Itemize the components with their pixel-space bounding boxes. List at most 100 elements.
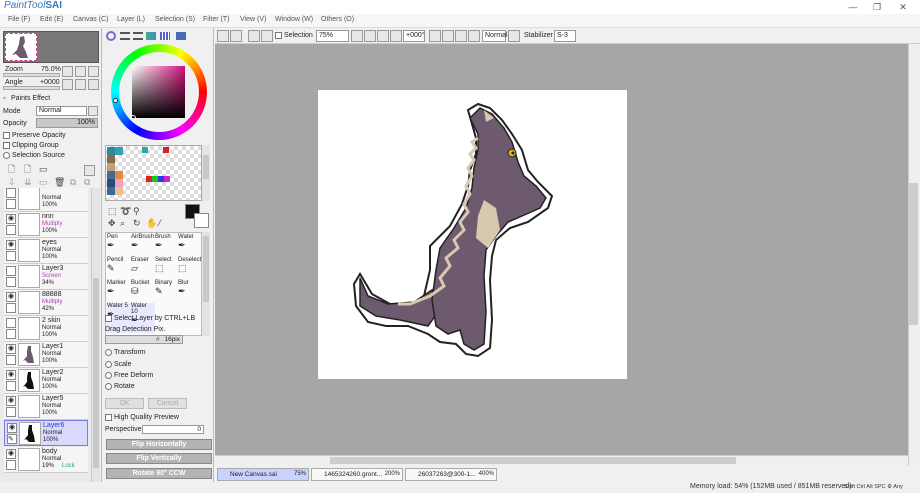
layer-row-selected[interactable]: ◉ ✎ Layer6 Normal 100% — [4, 420, 88, 446]
swatch[interactable] — [115, 147, 123, 155]
merge-down-icon[interactable]: ⇊ — [24, 178, 32, 187]
swatch[interactable] — [163, 147, 169, 153]
clear-layer-icon[interactable]: ▭ — [39, 178, 48, 187]
color-swatch-grid[interactable] — [105, 145, 202, 201]
swatch[interactable] — [115, 179, 123, 187]
cancel-button[interactable]: Cancel — [148, 398, 187, 409]
swatch[interactable] — [107, 155, 115, 163]
move-tool-icon[interactable]: ✥ — [108, 219, 116, 228]
select-layer-checkbox[interactable] — [105, 315, 112, 322]
lock-toggle[interactable] — [6, 460, 16, 470]
zoom-in-button[interactable] — [364, 30, 376, 42]
visibility-eye-icon[interactable]: ◉ — [7, 423, 17, 433]
zoom-tool-icon[interactable]: ⌕ — [120, 219, 125, 228]
close-button[interactable]: ✕ — [892, 1, 914, 13]
zoom-field[interactable]: 75% — [316, 30, 349, 42]
rotate-left-button[interactable] — [429, 30, 441, 42]
hue-cursor[interactable] — [113, 98, 118, 103]
tool-scrollbar-thumb[interactable] — [203, 236, 209, 302]
secondary-color-swatch[interactable] — [194, 213, 209, 228]
saturation-value-square[interactable] — [132, 66, 185, 118]
canvas-horizontal-scrollbar-thumb[interactable] — [330, 457, 736, 464]
layer-row[interactable]: ◉ 88888 Multiply 42% — [4, 290, 88, 316]
swatch[interactable] — [107, 171, 115, 179]
lock-toggle[interactable] — [6, 225, 16, 235]
lock-toggle[interactable] — [6, 277, 16, 287]
menu-view[interactable]: View (V) — [240, 16, 266, 23]
selection-source-radio[interactable] — [3, 152, 10, 159]
perspective-field[interactable]: 0 — [142, 425, 204, 434]
marquee-select-icon[interactable]: ⬚ — [108, 207, 117, 216]
nav-zoom-in-button[interactable] — [75, 66, 86, 77]
visibility-eye-icon[interactable]: ◉ — [6, 292, 16, 302]
menu-filter[interactable]: Filter (T) — [203, 16, 229, 23]
menu-canvas[interactable]: Canvas (C) — [73, 16, 108, 23]
layer-row[interactable]: 2 skin Normal 100% — [4, 316, 88, 342]
mode-button[interactable] — [508, 30, 520, 42]
layer-row[interactable]: Layer3 Screen 34% — [4, 264, 88, 290]
tool-bucket[interactable]: Bucket ⛁ — [131, 280, 155, 298]
tool-airbrush[interactable]: AirBrush ✒ — [131, 234, 155, 252]
transfer-down-icon[interactable]: ⇩ — [8, 178, 16, 187]
color-picker-cursor[interactable] — [130, 115, 136, 121]
minimize-button[interactable]: — — [842, 1, 864, 13]
hand-tool-icon[interactable]: ✋ — [146, 219, 157, 228]
visibility-eye-icon[interactable]: ◉ — [6, 396, 16, 406]
layer-row[interactable]: ◉ body Normal 19% Lock — [4, 447, 88, 473]
lasso-select-icon[interactable]: ➰ — [120, 207, 131, 216]
lock-toggle[interactable] — [6, 329, 16, 339]
doc-tab-1465324260[interactable]: 1465324260.gront... 200% — [311, 468, 403, 481]
restore-button[interactable]: ❐ — [866, 1, 888, 13]
visibility-eye-icon[interactable]: ◉ — [6, 449, 16, 459]
nav-rotate-reset-button[interactable] — [88, 79, 99, 90]
swatch-scrollbar[interactable] — [202, 145, 210, 201]
nav-zoom-fit-button[interactable] — [88, 66, 99, 77]
transform-radio[interactable] — [105, 349, 112, 356]
scale-radio[interactable] — [105, 361, 112, 368]
tool-binary[interactable]: Binary ✎ — [155, 280, 179, 298]
apply-mask-icon[interactable]: ⧉ — [70, 178, 76, 187]
delete-layer-icon[interactable]: 🗑 — [54, 178, 65, 187]
canvas[interactable] — [318, 90, 627, 379]
lock-toggle[interactable] — [6, 251, 16, 261]
layers-scrollbar-thumb[interactable] — [93, 278, 99, 468]
tool-deselect[interactable]: Deselect ⬚ — [178, 257, 202, 275]
lock-toggle[interactable] — [6, 407, 16, 417]
layer-row[interactable]: ◉ Layer5 Normal 100% — [4, 394, 88, 420]
doc-tab-new-canvas[interactable]: New Canvas.sai 75% — [217, 468, 309, 481]
tool-eraser[interactable]: Eraser ▱ — [131, 257, 155, 275]
clear-mask-icon[interactable]: ⧉ — [84, 178, 90, 187]
visibility-eye-icon[interactable]: ◉ — [6, 370, 16, 380]
layer-mode-dropdown-button[interactable] — [88, 106, 98, 116]
high-quality-preview-checkbox[interactable] — [105, 414, 112, 421]
new-folder-icon[interactable]: ▭ — [39, 165, 48, 174]
eyedropper-icon[interactable]: ⁄ — [159, 219, 161, 228]
deselect-button[interactable] — [248, 30, 260, 42]
lock-toggle[interactable]: ✎ — [7, 434, 17, 444]
rotate-tool-icon[interactable]: ↻ — [133, 219, 141, 228]
angle-slider[interactable] — [3, 86, 60, 90]
tool-pencil[interactable]: Pencil ✎ — [107, 257, 131, 275]
color-wheel-tab-icon[interactable] — [106, 31, 116, 41]
swatch[interactable] — [115, 171, 123, 179]
rotate-ccw-button[interactable]: Rotate 90° CCW — [106, 468, 212, 479]
menu-layer[interactable]: Layer (L) — [117, 16, 145, 23]
tool-brush[interactable]: Brush ✒ — [155, 234, 179, 252]
layer-row[interactable]: ◉ eyes Normal 100% — [4, 238, 88, 264]
visibility-eye-icon[interactable] — [6, 266, 16, 276]
navigator[interactable] — [3, 31, 99, 63]
flip-vertically-button[interactable]: Flip Vertically — [106, 453, 212, 464]
intermediate-color-tab-icon[interactable] — [146, 32, 156, 40]
lock-toggle[interactable] — [6, 303, 16, 313]
nav-zoom-out-button[interactable] — [62, 66, 73, 77]
mode-field[interactable]: Normal — [482, 30, 508, 42]
visibility-eye-icon[interactable]: ◉ — [6, 240, 16, 250]
selection-checkbox[interactable] — [275, 32, 282, 39]
new-linework-layer-icon[interactable]: 🗋 — [24, 165, 31, 174]
rotate-radio[interactable] — [105, 383, 112, 390]
menu-selection[interactable]: Selection (S) — [155, 16, 195, 23]
tool-scrollbar[interactable] — [202, 232, 210, 336]
undo-button[interactable] — [217, 30, 229, 42]
lock-toggle[interactable] — [6, 381, 16, 391]
layer-mode-select[interactable]: Normal — [36, 106, 87, 116]
